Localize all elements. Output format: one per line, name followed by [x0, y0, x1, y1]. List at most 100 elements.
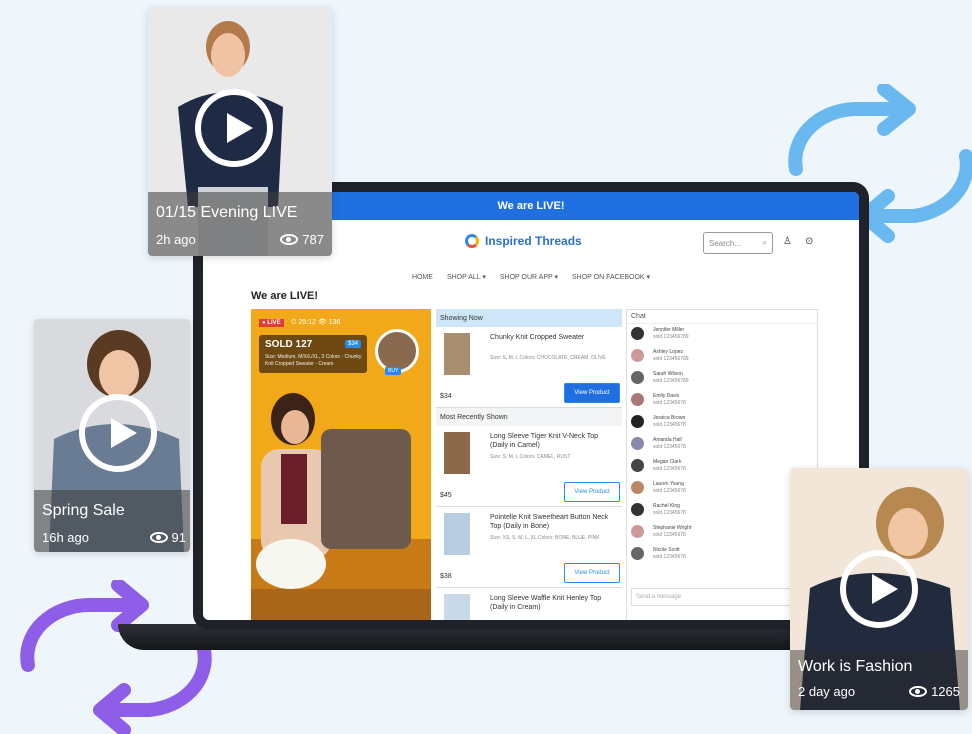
product-price: $34: [440, 393, 452, 400]
product-name[interactable]: Long Sleeve Tiger Knit V-Neck Top (Daily…: [490, 432, 612, 450]
chat-text: sold 123456789: [653, 356, 689, 362]
avatar[interactable]: [631, 503, 644, 516]
chat-text: sold 123456789: [653, 334, 689, 340]
nav-shop-all[interactable]: SHOP ALL ▾: [447, 273, 486, 281]
chat-message: Jennifer Miller sold 123456789: [627, 324, 817, 346]
chat-text: sold 123456789: [653, 378, 689, 384]
chat-text: sold 12345678: [653, 444, 686, 450]
chat-author: Rachel King: [653, 503, 680, 509]
search-icon[interactable]: ⌕: [763, 238, 767, 248]
product-price: $38: [440, 573, 452, 580]
card-views-count: 787: [302, 232, 324, 247]
chat-author: Sarah Wilson: [653, 371, 683, 377]
product-name[interactable]: Chunky Knit Cropped Sweater: [490, 333, 612, 342]
play-icon[interactable]: [79, 394, 157, 472]
card-views: 1265: [909, 684, 960, 699]
products-panel: Showing Now Chunky Knit Cropped Sweater …: [436, 309, 622, 620]
eye-icon: [149, 532, 168, 543]
product-price: $45: [440, 492, 452, 499]
chat-author: Amanda Hall: [653, 437, 682, 443]
product-card: Long Sleeve Tiger Knit V-Neck Top (Daily…: [436, 426, 622, 507]
card-views-count: 91: [171, 530, 186, 545]
video-card[interactable]: Spring Sale 16h ago 91: [34, 319, 190, 552]
play-icon[interactable]: [840, 550, 918, 628]
live-badge: ● LIVE: [259, 319, 284, 327]
product-thumbnail[interactable]: [444, 432, 470, 474]
chat-message: Megan Clark sold 12345678: [627, 456, 817, 478]
chat-text: sold 12345678: [653, 466, 686, 472]
store-logo[interactable]: Inspired Threads: [465, 234, 582, 248]
play-icon[interactable]: [195, 89, 273, 167]
chat-author: Nicole Scott: [653, 547, 680, 553]
product-name[interactable]: Long Sleeve Waffle Knit Henley Top (Dail…: [490, 594, 612, 612]
avatar[interactable]: [631, 327, 644, 340]
product-name[interactable]: Pointelle Knit Sweetheart Button Neck To…: [490, 513, 612, 531]
live-stats: ⏱ 25:12 👁 136: [291, 319, 341, 326]
card-time-ago: 16h ago: [42, 530, 89, 545]
chat-author: Jessica Brown: [653, 415, 686, 421]
product-meta: Size: S, M, L Colors: CHOCOLATE, CREAM, …: [490, 355, 606, 361]
live-video-player[interactable]: ● LIVE ⏱ 25:12 👁 136 SOLD 127 $34 Size: …: [251, 309, 431, 620]
product-meta: Size: S, M, L Colors: CAMEL, RUST: [490, 454, 571, 460]
product-card: Pointelle Knit Sweetheart Button Neck To…: [436, 507, 622, 588]
product-card-now: Chunky Knit Cropped Sweater Size: S, M, …: [436, 327, 622, 408]
chat-message: Jessica Brown sold 12345678: [627, 412, 817, 434]
product-thumbnail[interactable]: [444, 333, 470, 375]
page-title: We are LIVE!: [251, 290, 319, 302]
card-overlay: Work is Fashion 2 day ago 1265: [790, 650, 968, 710]
product-card: Long Sleeve Waffle Knit Henley Top (Dail…: [436, 588, 622, 620]
sold-count: SOLD 127: [265, 339, 313, 350]
cart-icon[interactable]: ⊙: [805, 236, 813, 247]
product-thumbnail[interactable]: [444, 513, 470, 555]
chat-author: Stephanie Wright: [653, 525, 692, 531]
chat-text: sold 12345678: [653, 488, 686, 494]
chat-message: Lauren Young sold 12345678: [627, 478, 817, 500]
card-title: 01/15 Evening LIVE: [156, 204, 298, 221]
eye-icon: [280, 234, 299, 245]
card-overlay: Spring Sale 16h ago 91: [34, 490, 190, 552]
avatar[interactable]: [631, 371, 644, 384]
video-card[interactable]: Work is Fashion 2 day ago 1265: [790, 468, 968, 710]
video-card[interactable]: 01/15 Evening LIVE 2h ago 787: [148, 7, 332, 256]
chat-message: Nicole Scott sold 12345678: [627, 544, 817, 566]
chat-text: sold 12345678: [653, 422, 686, 428]
nav-home[interactable]: HOME: [412, 274, 433, 281]
avatar[interactable]: [631, 525, 644, 538]
sold-banner: SOLD 127 $34 Size: Medium, M/X/L/XL, 3 C…: [259, 335, 367, 373]
chat-message: Stephanie Wright sold 12345678: [627, 522, 817, 544]
view-product-button[interactable]: View Product: [564, 482, 620, 502]
avatar[interactable]: [631, 547, 644, 560]
chat-author: Ashley Lopez: [653, 349, 684, 355]
product-thumbnail[interactable]: [444, 594, 470, 620]
avatar[interactable]: [631, 415, 644, 428]
card-time-ago: 2 day ago: [798, 684, 856, 699]
avatar[interactable]: [631, 349, 644, 362]
main-nav: HOME SHOP ALL ▾ SHOP OUR APP ▾ SHOP ON F…: [203, 268, 859, 286]
card-title: Spring Sale: [42, 502, 125, 519]
brand-name: Inspired Threads: [485, 234, 582, 248]
card-title: Work is Fashion: [798, 658, 913, 675]
nav-shop-facebook[interactable]: SHOP ON FACEBOOK ▾: [572, 273, 650, 281]
search-input[interactable]: Search... ⌕: [703, 232, 773, 254]
chat-message: Amanda Hall sold 12345678: [627, 434, 817, 456]
card-views-count: 1265: [931, 684, 960, 699]
avatar[interactable]: [631, 437, 644, 450]
chat-input[interactable]: Send a message: [631, 588, 811, 606]
buy-button[interactable]: BUY: [385, 367, 402, 375]
card-views: 787: [280, 232, 324, 247]
view-product-button[interactable]: View Product: [564, 383, 620, 403]
chat-title: Chat: [627, 310, 817, 324]
nav-shop-app[interactable]: SHOP OUR APP ▾: [500, 273, 558, 281]
avatar[interactable]: [631, 393, 644, 406]
user-icon[interactable]: ♙: [783, 236, 792, 247]
avatar[interactable]: [631, 459, 644, 472]
eye-icon: [909, 686, 928, 697]
chat-text: sold 12345678: [653, 554, 686, 560]
chat-text: sold 12345678: [653, 532, 686, 538]
card-overlay: 01/15 Evening LIVE 2h ago 787: [148, 192, 332, 256]
view-product-button[interactable]: View Product: [564, 563, 620, 583]
sold-details: Size: Medium, M/X/L/XL, 3 Colors · Chunk…: [265, 354, 362, 367]
chat-text: sold 12345678: [653, 400, 686, 406]
card-views: 91: [149, 530, 186, 545]
avatar[interactable]: [631, 481, 644, 494]
